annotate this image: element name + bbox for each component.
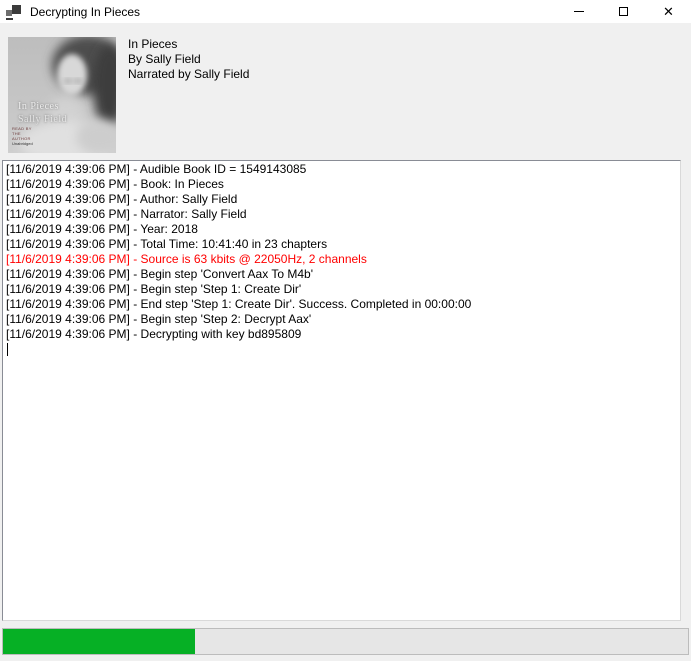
log-line: [11/6/2019 4:39:06 PM] - Begin step 'Con… <box>6 267 677 282</box>
app-icon-square-small <box>6 10 12 16</box>
book-author-line: By Sally Field <box>128 52 249 67</box>
log-line: [11/6/2019 4:39:06 PM] - Decrypting with… <box>6 327 677 342</box>
maximize-icon <box>619 7 628 16</box>
log-line: [11/6/2019 4:39:06 PM] - Begin step 'Ste… <box>6 282 677 297</box>
cover-readby-text: READ BY THE AUTHOR <box>12 126 36 141</box>
close-icon: ✕ <box>663 5 674 18</box>
cover-author-text: Sally Field <box>18 114 67 125</box>
cover-edition-text: Unabridged <box>12 141 33 146</box>
progress-bar <box>2 628 689 655</box>
app-window: Decrypting In Pieces ✕ <box>0 0 691 661</box>
close-button[interactable]: ✕ <box>646 0 691 23</box>
log-line: [11/6/2019 4:39:06 PM] - Total Time: 10:… <box>6 237 677 252</box>
log-line: [11/6/2019 4:39:06 PM] - Author: Sally F… <box>6 192 677 207</box>
log-line: [11/6/2019 4:39:06 PM] - Year: 2018 <box>6 222 677 237</box>
progress-fill <box>3 629 195 654</box>
text-caret <box>7 343 8 356</box>
log-textbox[interactable]: [11/6/2019 4:39:06 PM] - Audible Book ID… <box>2 160 681 621</box>
title-bar[interactable]: Decrypting In Pieces ✕ <box>0 0 691 23</box>
book-cover-image: In Pieces Sally Field READ BY THE AUTHOR… <box>8 37 116 153</box>
app-icon-bar <box>6 18 13 20</box>
log-line: [11/6/2019 4:39:06 PM] - Begin step 'Ste… <box>6 312 677 327</box>
minimize-icon <box>574 11 584 12</box>
book-info: In Pieces By Sally Field Narrated by Sal… <box>128 37 249 82</box>
book-narrator-line: Narrated by Sally Field <box>128 67 249 82</box>
minimize-button[interactable] <box>556 0 601 23</box>
cover-title-text: In Pieces <box>18 101 59 112</box>
log-line: [11/6/2019 4:39:06 PM] - Source is 63 kb… <box>6 252 677 267</box>
app-icon-square-large <box>12 5 21 14</box>
log-line: [11/6/2019 4:39:06 PM] - Audible Book ID… <box>6 162 677 177</box>
caret-line <box>6 342 677 357</box>
book-title: In Pieces <box>128 37 249 52</box>
log-line: [11/6/2019 4:39:06 PM] - Narrator: Sally… <box>6 207 677 222</box>
log-line: [11/6/2019 4:39:06 PM] - End step 'Step … <box>6 297 677 312</box>
app-icon <box>6 4 22 20</box>
maximize-button[interactable] <box>601 0 646 23</box>
log-line: [11/6/2019 4:39:06 PM] - Book: In Pieces <box>6 177 677 192</box>
window-title: Decrypting In Pieces <box>30 5 140 19</box>
